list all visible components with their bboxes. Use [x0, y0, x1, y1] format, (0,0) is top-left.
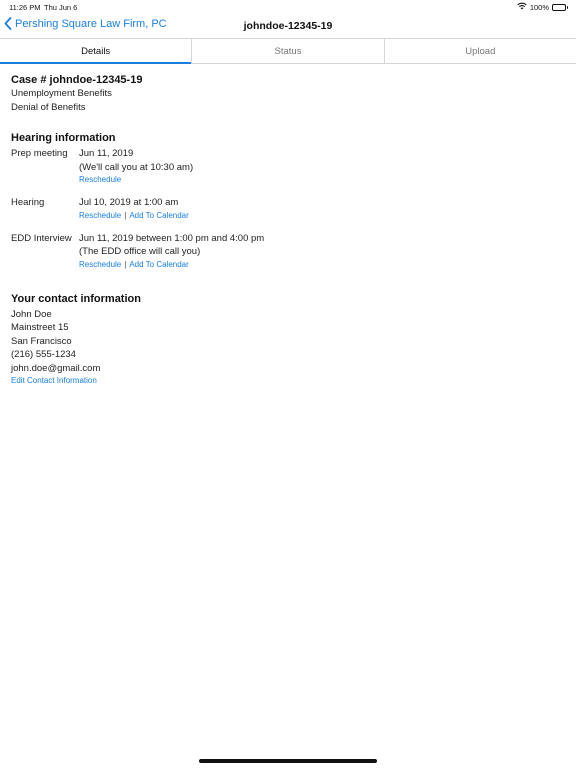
contact-section: Your contact information John Doe Mainst… — [11, 293, 561, 388]
hearing-date: Jul 10, 2019 at 1:00 am — [79, 197, 179, 208]
hearing-actions: Reschedule | Add To Calendar — [79, 259, 561, 271]
contact-name: John Doe — [11, 308, 52, 320]
page-title: johndoe-12345-19 — [243, 20, 333, 32]
hearing-note: (The EDD office will call you) — [79, 246, 201, 257]
home-indicator[interactable] — [199, 759, 377, 763]
hearing-date: Jun 11, 2019 — [79, 148, 134, 159]
hearing-label: EDD Interview — [11, 232, 72, 244]
status-right: 100% — [517, 2, 568, 12]
hearing-note: (We'll call you at 10:30 am) — [79, 161, 194, 173]
add-to-calendar-link[interactable]: Add To Calendar — [129, 211, 188, 220]
hearing-label: Prep meeting — [11, 148, 68, 159]
battery-percent: 100% — [529, 2, 549, 12]
case-type: Unemployment Benefits — [11, 88, 112, 99]
hearing-row-hearing: Hearing Jul 10, 2019 at 1:00 am Reschedu… — [11, 196, 561, 230]
contact-city: San Francisco — [11, 335, 72, 347]
hearing-row-edd: EDD Interview Jun 11, 2019 between 1:00 … — [11, 232, 561, 279]
edit-contact-link[interactable]: Edit Contact Information — [11, 376, 97, 385]
hearing-section: Hearing information Prep meeting Jun 11,… — [11, 132, 561, 279]
reschedule-link[interactable]: Reschedule — [79, 260, 121, 269]
status-date: Thu Jun 6 — [44, 3, 78, 12]
contact-heading: Your contact information — [11, 292, 141, 305]
hearing-actions: Reschedule — [79, 174, 561, 186]
add-to-calendar-link[interactable]: Add To Calendar — [129, 260, 188, 269]
status-time: 11:26 PM — [9, 3, 41, 12]
reschedule-link[interactable]: Reschedule — [79, 175, 121, 184]
contact-phone: (216) 555-1234 — [11, 349, 76, 360]
segmented-tabs: Details Status Upload — [0, 38, 576, 64]
tab-status[interactable]: Status — [192, 39, 385, 63]
battery-icon — [552, 3, 568, 11]
navigation-bar: Pershing Square Law Firm, PC johndoe-123… — [0, 14, 576, 38]
details-content: Case # johndoe-12345-19 Unemployment Ben… — [11, 74, 561, 405]
status-bar: 11:26 PM Thu Jun 6 100% — [0, 0, 576, 14]
contact-email: john.doe@gmail.com — [11, 362, 101, 374]
tab-upload[interactable]: Upload — [385, 39, 576, 63]
hearing-row-prep: Prep meeting Jun 11, 2019 (We'll call yo… — [11, 147, 561, 194]
hearing-date: Jun 11, 2019 between 1:00 pm and 4:00 pm — [79, 232, 265, 244]
hearing-label: Hearing — [11, 197, 45, 208]
contact-actions: Edit Contact Information — [11, 375, 561, 387]
case-section: Case # johndoe-12345-19 Unemployment Ben… — [11, 74, 561, 114]
case-title: Case # johndoe-12345-19 — [11, 74, 143, 86]
reschedule-link[interactable]: Reschedule — [79, 211, 121, 220]
contact-street: Mainstreet 15 — [11, 322, 69, 333]
tab-details[interactable]: Details — [0, 39, 193, 64]
wifi-icon — [517, 2, 527, 12]
hearing-heading: Hearing information — [11, 132, 116, 144]
hearing-actions: Reschedule | Add To Calendar — [79, 210, 561, 222]
case-subtype: Denial of Benefits — [11, 101, 86, 113]
